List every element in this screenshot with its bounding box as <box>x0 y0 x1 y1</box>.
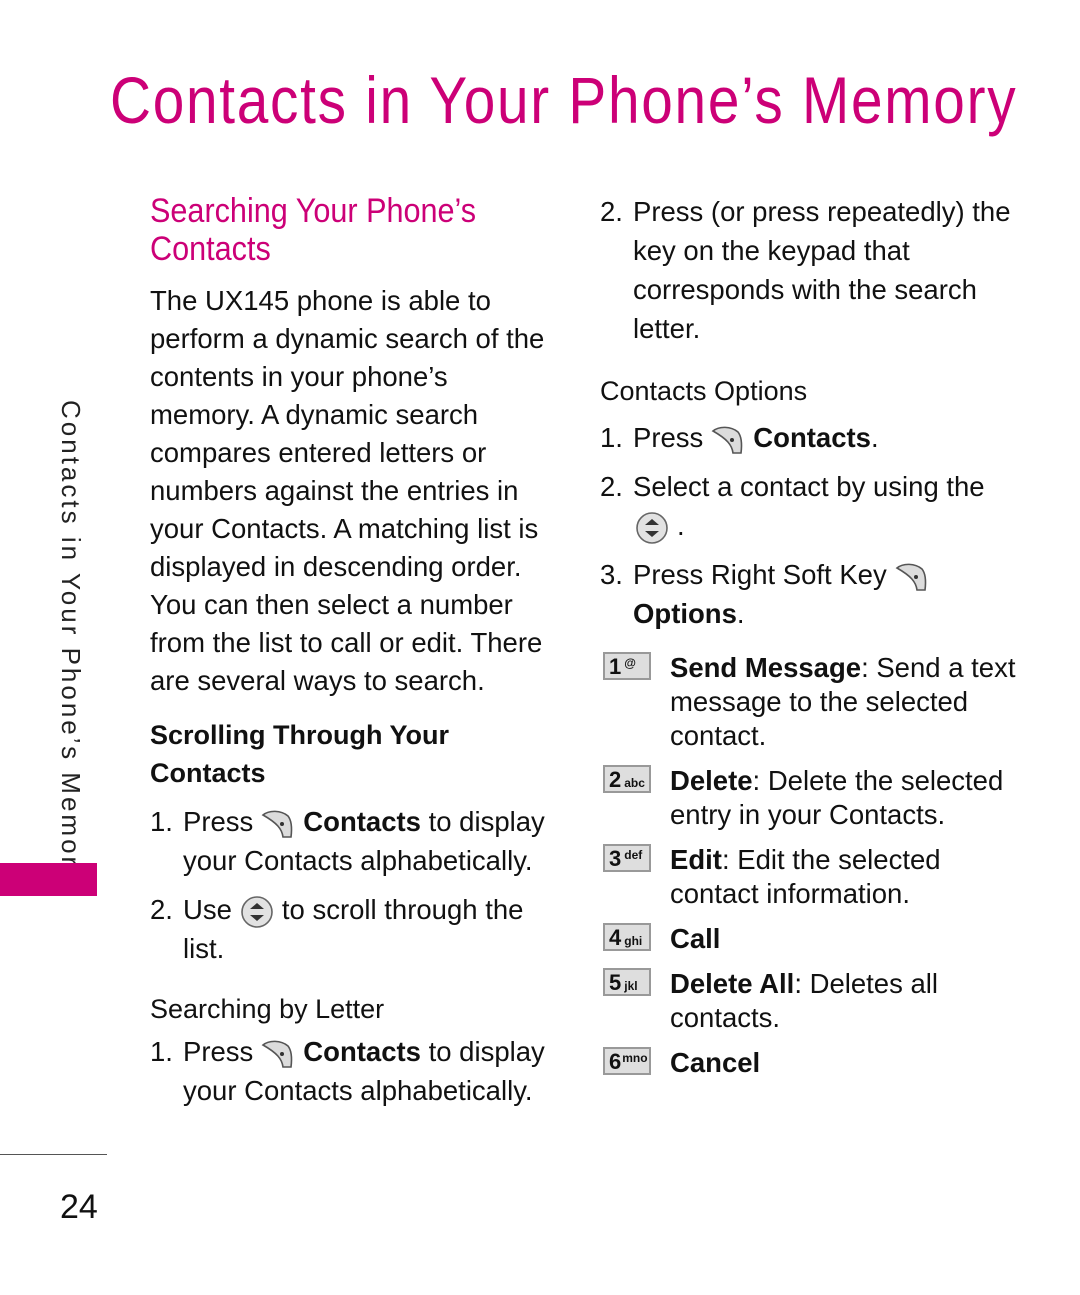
page-title: Contacts in Your Phone’s Memory <box>110 63 1018 137</box>
option-delete: 2 abc Delete: Delete the selected entry i… <box>600 764 1020 832</box>
step-key-label: Options <box>633 598 737 629</box>
page-number: 24 <box>60 1188 98 1226</box>
step-text: . <box>870 422 879 453</box>
contacts-options-heading: Contacts Options <box>600 376 808 406</box>
key-2-icon: 2 abc <box>603 765 651 793</box>
option-call: 4 ghi Call <box>600 922 1020 956</box>
step-text: . <box>677 510 685 541</box>
right-column: 2. Press (or press repeatedly) the key o… <box>600 192 1020 1091</box>
step-text: Press Right Soft Key <box>633 559 887 590</box>
step-key-label: Contacts <box>753 422 871 453</box>
option-label: Cancel <box>670 1047 761 1078</box>
key-3-icon: 3 def <box>603 844 651 872</box>
intro-paragraph: The UX145 phone is able to perform a dyn… <box>150 285 545 696</box>
step-number: 2. <box>600 196 623 227</box>
step-number: 1. <box>600 422 623 453</box>
option-label: Call <box>670 923 721 954</box>
key-1-icon: 1 @ <box>603 652 651 680</box>
scrolling-heading-line-1: Scrolling Through Your <box>150 720 449 750</box>
navigation-key-icon <box>635 511 669 545</box>
left-column: Searching Your Phone’s Contacts The UX14… <box>150 192 560 1120</box>
options-step-1: 1. Press Contacts. <box>600 418 1020 457</box>
scrolling-step-2: 2. Use to scroll through the list. <box>150 890 560 968</box>
step-number: 1. <box>150 1036 173 1067</box>
option-label: Delete All <box>670 968 795 999</box>
by-letter-step-2: 2. Press (or press repeatedly) the key o… <box>600 192 1020 348</box>
step-number: 2. <box>150 894 173 925</box>
step-key-label: Contacts <box>303 1036 421 1067</box>
option-label: Edit <box>670 844 722 875</box>
right-soft-key-icon <box>711 425 745 455</box>
step-number: 1. <box>150 806 173 837</box>
options-step-3: 3. Press Right Soft Key Options. <box>600 555 1020 633</box>
option-edit: 3 def Edit: Edit the selected contact inf… <box>600 843 1020 911</box>
by-letter-heading: Searching by Letter <box>150 994 385 1024</box>
scrolling-heading: Scrolling Through Your Contacts <box>150 716 560 792</box>
scrolling-step-1: 1. Press Contacts to display your Contact… <box>150 802 560 880</box>
option-label: Delete <box>670 765 753 796</box>
section-title-line-2: Contacts <box>150 230 271 268</box>
step-text: Press <box>183 806 254 837</box>
footer-rule <box>0 1154 107 1155</box>
step-text: Select a contact by using the <box>633 471 985 502</box>
option-cancel: 6mno Cancel <box>600 1046 1020 1080</box>
option-send-message: 1 @ Send Message: Send a text message to … <box>600 651 1020 753</box>
step-text: Press <box>183 1036 254 1067</box>
step-text: Use <box>183 894 232 925</box>
step-number: 2. <box>600 471 623 502</box>
key-6-icon: 6mno <box>603 1047 651 1075</box>
key-5-icon: 5 jkl <box>603 968 651 996</box>
right-soft-key-icon <box>261 809 295 839</box>
step-text: Press (or press repeatedly) the key on t… <box>633 196 1011 344</box>
scrolling-heading-line-2: Contacts <box>150 758 266 788</box>
step-text: to scroll through the list. <box>183 894 524 964</box>
options-step-2: 2. Select a contact by using the. <box>600 467 1020 545</box>
right-soft-key-icon <box>261 1039 295 1069</box>
section-title: Searching Your Phone’s Contacts <box>150 192 519 268</box>
step-text: Press <box>633 422 704 453</box>
step-key-label: Contacts <box>303 806 421 837</box>
option-label: Send Message <box>670 652 862 683</box>
by-letter-step-1: 1. Press Contacts to display your Contact… <box>150 1032 560 1110</box>
side-tab-label: Contacts in Your Phone’s Memory <box>56 400 86 885</box>
side-tab-marker <box>0 863 97 896</box>
step-number: 3. <box>600 559 623 590</box>
navigation-key-icon <box>240 895 274 929</box>
step-text: . <box>736 598 745 629</box>
right-soft-key-icon <box>895 562 929 592</box>
key-4-icon: 4 ghi <box>603 923 651 951</box>
option-delete-all: 5 jkl Delete All: Deletes all contacts. <box>600 967 1020 1035</box>
section-title-line-1: Searching Your Phone’s <box>150 192 477 230</box>
